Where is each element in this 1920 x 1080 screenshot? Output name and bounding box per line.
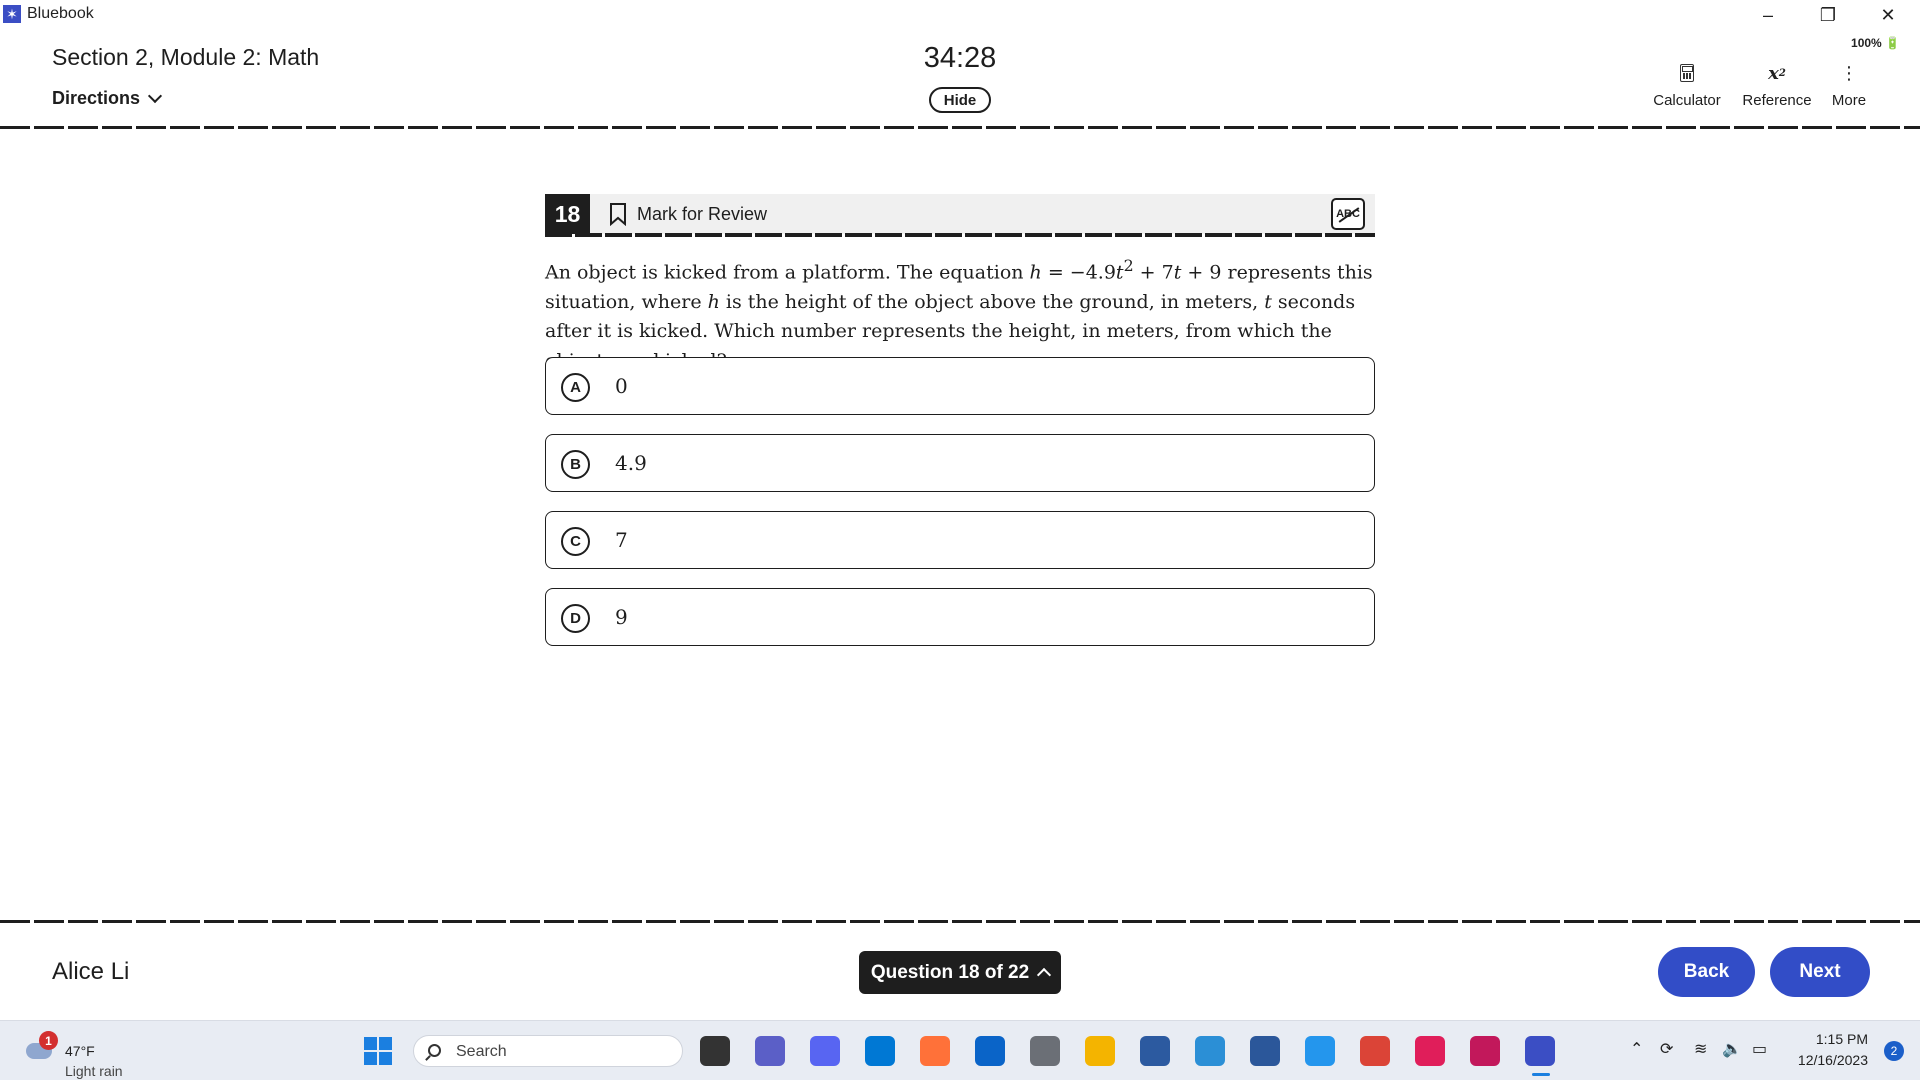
discord-icon[interactable] (810, 1036, 840, 1066)
calculator-tool[interactable]: Calculator (1650, 60, 1724, 109)
search-icon (428, 1044, 441, 1057)
mark-for-review-toggle[interactable]: Mark for Review (609, 202, 767, 226)
hide-timer-button[interactable]: Hide (929, 87, 991, 113)
student-name: Alice Li (52, 958, 130, 985)
teams-icon[interactable] (755, 1036, 785, 1066)
weather-widget[interactable]: 1 47°F Light rain (22, 1031, 162, 1079)
calculator-label: Calculator (1653, 92, 1721, 109)
slack-icon[interactable] (1415, 1036, 1445, 1066)
more-tool[interactable]: ⋮ More (1820, 60, 1878, 110)
choice-letter-badge: D (561, 604, 590, 633)
minimize-button[interactable]: – (1740, 0, 1796, 30)
reference-tool[interactable]: x2 Reference (1740, 60, 1814, 110)
powershell-icon[interactable] (1140, 1036, 1170, 1066)
windows-start-icon[interactable] (364, 1037, 392, 1065)
tray-overflow-chevron-icon[interactable]: ⌃ (1630, 1039, 1643, 1059)
chrome-icon[interactable] (1360, 1036, 1390, 1066)
title-bar: ✶ Bluebook – ❐ ✕ (0, 0, 1920, 30)
word-icon[interactable] (1250, 1036, 1280, 1066)
countdown-timer: 34:28 (923, 42, 997, 74)
mark-for-review-label: Mark for Review (637, 203, 768, 224)
docker-icon[interactable] (1305, 1036, 1335, 1066)
weather-badge: 1 (39, 1031, 58, 1050)
snipping-tool-icon[interactable] (1470, 1036, 1500, 1066)
answer-choice-b[interactable]: B 4.9 (545, 434, 1375, 492)
choice-text: 7 (615, 528, 628, 552)
choice-letter-badge: B (561, 450, 590, 479)
chevron-down-icon (147, 88, 163, 104)
taskbar: 1 47°F Light rain Search ⌃ ⟳ ≋ 🔈 ▭ 1:15 … (0, 1020, 1920, 1080)
volume-icon[interactable]: 🔈 (1722, 1039, 1742, 1059)
edge-icon[interactable] (1195, 1036, 1225, 1066)
more-label: More (1831, 92, 1867, 109)
sync-icon[interactable]: ⟳ (1660, 1039, 1673, 1059)
question-header-divider (545, 233, 1375, 237)
weather-temp: 47°F (65, 1043, 95, 1059)
answer-choice-a[interactable]: A 0 (545, 357, 1375, 415)
bookmark-icon (610, 203, 626, 226)
question-navigator-label: Question 18 of 22 (870, 961, 1030, 983)
taskbar-search[interactable]: Search (413, 1035, 683, 1067)
choice-letter-badge: C (561, 527, 590, 556)
file-explorer-icon[interactable] (1085, 1036, 1115, 1066)
firefox-icon[interactable] (920, 1036, 950, 1066)
more-vertical-icon: ⋮ (1840, 62, 1858, 83)
restore-button[interactable]: ❐ (1800, 0, 1856, 30)
reference-icon: x2 (1768, 62, 1786, 84)
choice-letter-badge: A (561, 373, 590, 402)
clock-date[interactable]: 12/16/2023 (1798, 1052, 1868, 1068)
chevron-up-icon (1037, 967, 1052, 983)
vscode-icon[interactable] (865, 1036, 895, 1066)
directions-toggle[interactable]: Directions (52, 88, 163, 109)
answer-eliminator-button[interactable]: ABC (1331, 198, 1365, 230)
choice-text: 0 (615, 374, 628, 398)
choice-text: 4.9 (615, 451, 647, 475)
question-number: 18 (545, 194, 590, 234)
battery-icon[interactable]: ▭ (1752, 1039, 1767, 1059)
header-divider (0, 126, 1920, 129)
answer-choice-c[interactable]: C 7 (545, 511, 1375, 569)
question-navigator-button[interactable]: Question 18 of 22 (859, 951, 1061, 994)
app-name: Bluebook (27, 5, 94, 22)
reference-label: Reference (1742, 92, 1812, 109)
calculator-icon (1680, 64, 1694, 82)
active-app-indicator (1532, 1073, 1550, 1076)
equation-var-h: h (1029, 261, 1042, 284)
next-button[interactable]: Next (1770, 947, 1870, 997)
question-header: 18 Mark for Review ABC (545, 194, 1375, 234)
notification-badge[interactable]: 2 (1884, 1041, 1904, 1061)
task-view-icon[interactable] (700, 1036, 730, 1066)
calculator-app-icon[interactable] (1030, 1036, 1060, 1066)
wifi-icon[interactable]: ≋ (1694, 1039, 1707, 1059)
answer-choice-d[interactable]: D 9 (545, 588, 1375, 646)
close-button[interactable]: ✕ (1860, 0, 1916, 30)
clock-time[interactable]: 1:15 PM (1816, 1031, 1868, 1047)
outlook-icon[interactable] (975, 1036, 1005, 1066)
weather-desc: Light rain (65, 1063, 123, 1079)
choice-text: 9 (615, 605, 628, 629)
bluebook-icon[interactable] (1525, 1036, 1555, 1066)
footer-divider (0, 920, 1920, 923)
bluebook-logo-icon: ✶ (3, 5, 21, 23)
back-button[interactable]: Back (1658, 947, 1755, 997)
taskbar-search-placeholder: Search (456, 1043, 507, 1060)
directions-label: Directions (52, 88, 141, 108)
